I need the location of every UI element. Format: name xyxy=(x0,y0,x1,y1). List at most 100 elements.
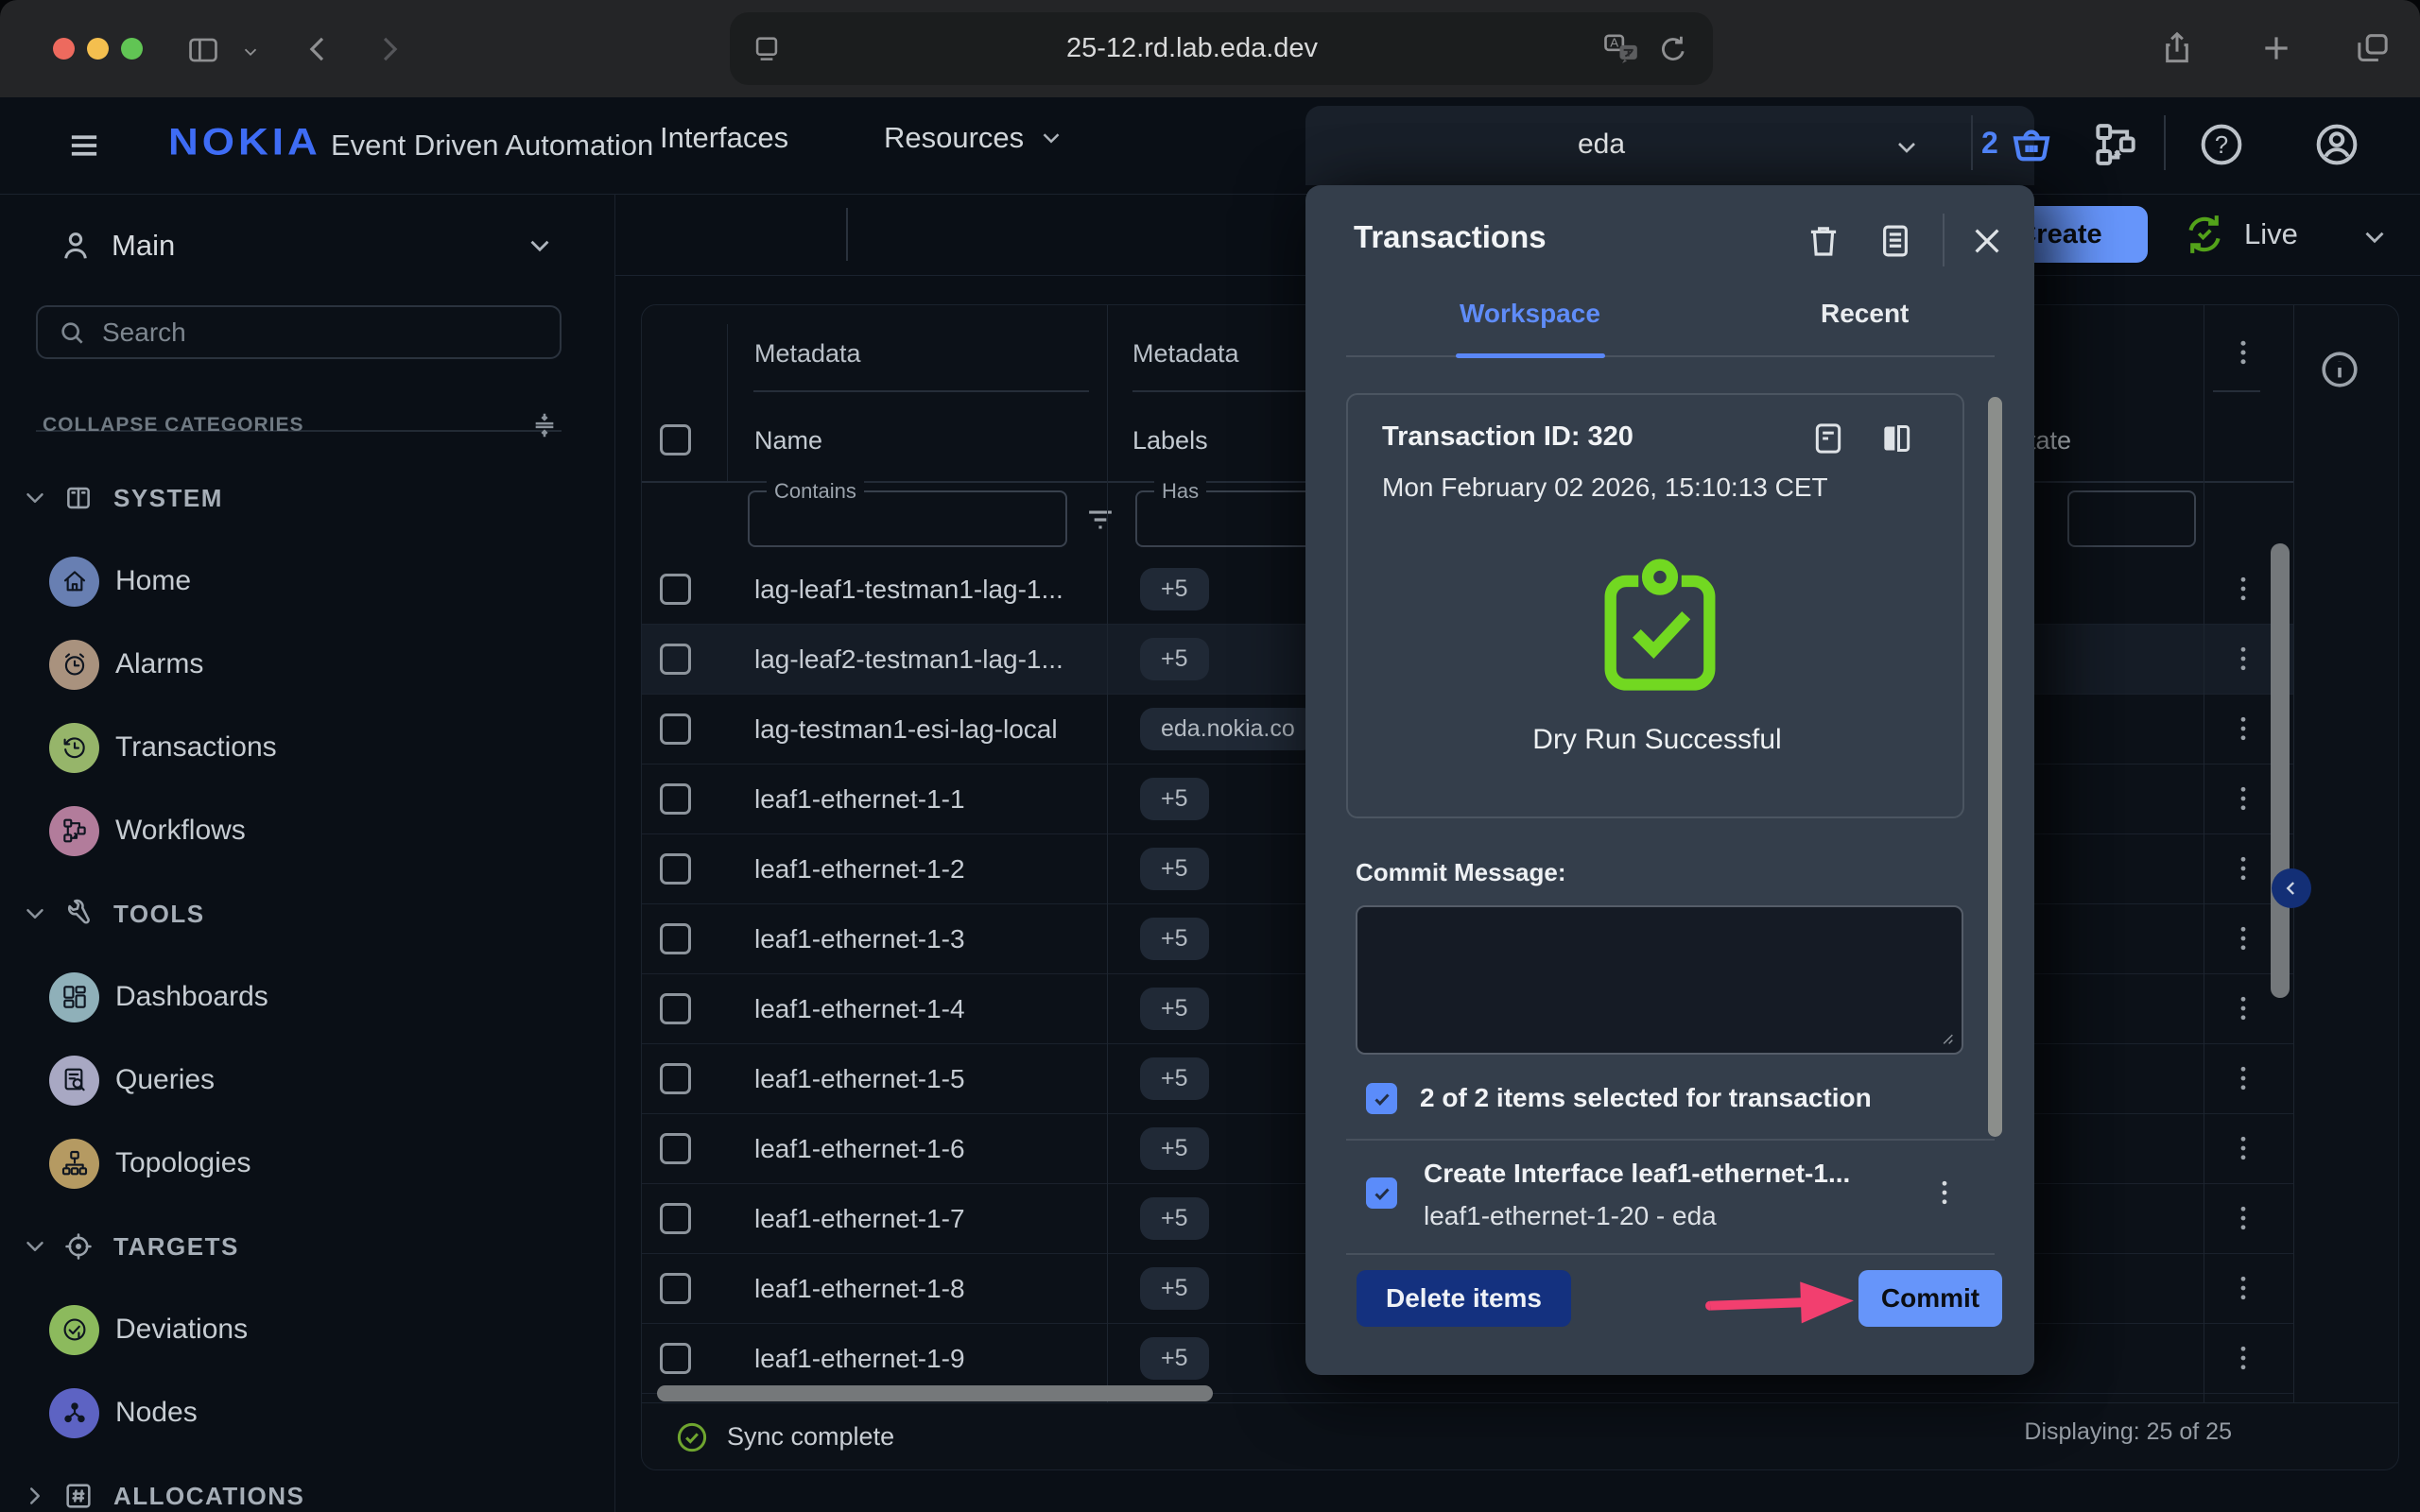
sidebar-item-workflows[interactable]: Workflows xyxy=(0,789,614,872)
sidebar-item-transactions[interactable]: Transactions xyxy=(0,706,614,789)
row-checkbox[interactable] xyxy=(660,783,691,815)
tab-workspace[interactable]: Workspace xyxy=(1460,299,1600,329)
context-selector[interactable]: Main xyxy=(0,217,614,274)
sidebar-category-tools[interactable]: TOOLS xyxy=(0,872,614,955)
diff-view-icon[interactable] xyxy=(1877,420,1915,457)
row-checkbox[interactable] xyxy=(660,713,691,745)
name-filter-input[interactable]: Contains xyxy=(748,490,1067,547)
chevron-down-icon[interactable] xyxy=(2359,221,2391,253)
labels-badge[interactable]: +5 xyxy=(1140,1337,1209,1380)
collapse-panel-button[interactable] xyxy=(2272,868,2311,908)
reload-icon[interactable] xyxy=(1656,32,1690,66)
labels-badge[interactable]: +5 xyxy=(1140,568,1209,610)
sidebar-item-topologies[interactable]: Topologies xyxy=(0,1122,614,1205)
transaction-note-icon[interactable] xyxy=(1809,420,1847,457)
sidebar-category-allocations[interactable]: ALLOCATIONS xyxy=(0,1454,614,1512)
sidebar-item-alarms[interactable]: Alarms xyxy=(0,623,614,706)
labels-badge[interactable]: +5 xyxy=(1140,1267,1209,1310)
row-checkbox[interactable] xyxy=(660,1273,691,1304)
row-menu-kebab-icon[interactable] xyxy=(2226,712,2260,746)
sidebar-item-queries[interactable]: Queries xyxy=(0,1039,614,1122)
chevron-down-icon[interactable] xyxy=(21,1232,49,1261)
horizontal-scrollbar[interactable] xyxy=(657,1385,1213,1401)
panel-scrollbar[interactable] xyxy=(1988,397,2002,1137)
live-toggle[interactable]: Live xyxy=(2180,205,2298,264)
delete-items-button[interactable]: Delete items xyxy=(1357,1270,1571,1327)
vertical-scrollbar[interactable] xyxy=(2271,543,2290,998)
zoom-window-button[interactable] xyxy=(121,38,143,60)
new-tab-icon[interactable] xyxy=(2257,29,2295,67)
row-checkbox[interactable] xyxy=(660,574,691,605)
item-checkbox[interactable] xyxy=(1366,1177,1397,1209)
labels-badge[interactable]: +5 xyxy=(1140,1197,1209,1240)
tab-resources[interactable]: Resources xyxy=(884,97,1065,179)
labels-badge[interactable]: +5 xyxy=(1140,778,1209,820)
select-all-items-checkbox[interactable] xyxy=(1366,1083,1397,1114)
row-menu-kebab-icon[interactable] xyxy=(2226,572,2260,606)
labels-badge[interactable]: +5 xyxy=(1140,918,1209,960)
transaction-count-badge[interactable]: 2 xyxy=(1981,126,1998,161)
chevron-down-icon[interactable] xyxy=(240,42,261,62)
row-menu-kebab-icon[interactable] xyxy=(2226,1271,2260,1305)
row-checkbox[interactable] xyxy=(660,923,691,954)
row-checkbox[interactable] xyxy=(660,644,691,675)
row-menu-kebab-icon[interactable] xyxy=(2226,1201,2260,1235)
namespace-select[interactable]: eda xyxy=(1578,129,1625,161)
sidebar-item-nodes[interactable]: Nodes xyxy=(0,1371,614,1454)
close-icon[interactable] xyxy=(1967,221,2007,261)
search-input[interactable]: Search xyxy=(36,305,562,359)
row-checkbox[interactable] xyxy=(660,993,691,1024)
trash-icon[interactable] xyxy=(1804,221,1843,261)
labels-badge[interactable]: +5 xyxy=(1140,1057,1209,1100)
row-menu-kebab-icon[interactable] xyxy=(2226,1131,2260,1165)
tab-recent[interactable]: Recent xyxy=(1821,299,1909,329)
chevron-down-icon[interactable] xyxy=(21,900,49,928)
select-all-checkbox[interactable] xyxy=(660,424,691,455)
chevron-right-icon[interactable] xyxy=(21,1482,49,1510)
info-icon[interactable] xyxy=(2317,347,2362,392)
labels-badge[interactable]: +5 xyxy=(1140,1127,1209,1170)
commit-button[interactable]: Commit xyxy=(1858,1270,2002,1327)
row-checkbox[interactable] xyxy=(660,1133,691,1164)
row-checkbox[interactable] xyxy=(660,1063,691,1094)
tab-overview-icon[interactable] xyxy=(2354,29,2392,67)
forward-button[interactable] xyxy=(371,31,406,67)
state-filter-input[interactable] xyxy=(2067,490,2196,547)
row-checkbox[interactable] xyxy=(660,853,691,885)
row-menu-kebab-icon[interactable] xyxy=(2226,1341,2260,1375)
menu-icon[interactable] xyxy=(64,126,104,165)
tab-interfaces[interactable]: Interfaces xyxy=(660,97,788,179)
labels-badge[interactable]: +5 xyxy=(1140,638,1209,680)
sidebar-item-dashboards[interactable]: Dashboards xyxy=(0,955,614,1039)
row-menu-kebab-icon[interactable] xyxy=(2226,921,2260,955)
transaction-log-icon[interactable] xyxy=(1876,221,1915,261)
help-icon[interactable]: ? xyxy=(2195,118,2248,171)
back-button[interactable] xyxy=(301,31,337,67)
row-menu-kebab-icon[interactable] xyxy=(2226,642,2260,676)
collapse-categories[interactable]: COLLAPSE CATEGORIES xyxy=(0,397,614,454)
filter-icon[interactable] xyxy=(1082,502,1118,538)
topology-flow-icon[interactable] xyxy=(2089,118,2142,171)
item-menu-kebab-icon[interactable] xyxy=(1927,1176,1962,1210)
commit-message-textarea[interactable] xyxy=(1356,905,1963,1055)
sidebar-category-system[interactable]: SYSTEM xyxy=(0,456,614,540)
chevron-down-icon[interactable] xyxy=(1892,132,1922,163)
labels-badge[interactable]: +5 xyxy=(1140,848,1209,890)
url-bar[interactable]: 25-12.rd.lab.eda.dev A xyxy=(730,12,1713,85)
row-menu-kebab-icon[interactable] xyxy=(2226,1061,2260,1095)
translate-icon[interactable]: A xyxy=(1601,30,1643,68)
browser-sidebar-icon[interactable] xyxy=(185,32,221,68)
labels-badge[interactable]: eda.nokia.co xyxy=(1140,708,1316,750)
row-menu-kebab-icon[interactable] xyxy=(2226,782,2260,816)
row-checkbox[interactable] xyxy=(660,1343,691,1374)
sidebar-item-home[interactable]: Home xyxy=(0,540,614,623)
close-window-button[interactable] xyxy=(53,38,75,60)
labels-badge[interactable]: +5 xyxy=(1140,988,1209,1030)
row-checkbox[interactable] xyxy=(660,1203,691,1234)
column-menu-kebab-icon[interactable] xyxy=(2226,335,2260,369)
user-account-icon[interactable] xyxy=(2310,118,2363,171)
basket-icon[interactable] xyxy=(2006,118,2057,169)
row-menu-kebab-icon[interactable] xyxy=(2226,991,2260,1025)
row-menu-kebab-icon[interactable] xyxy=(2226,851,2260,885)
minimize-window-button[interactable] xyxy=(87,38,109,60)
